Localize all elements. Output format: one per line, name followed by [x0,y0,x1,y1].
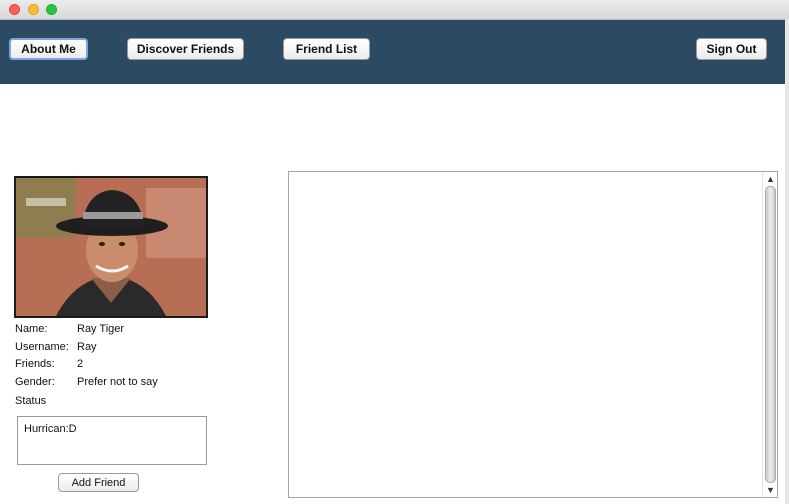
nav-bar: About Me Discover Friends Friend List Si… [0,20,789,84]
name-label: Name: [15,323,48,335]
gender-value: Prefer not to say [77,376,158,388]
discover-friends-button[interactable]: Discover Friends [127,38,244,60]
status-label: Status [15,395,47,407]
gender-label: Gender: [15,376,55,388]
scroll-track[interactable] [765,186,776,483]
zoom-icon[interactable] [46,4,57,15]
content-text-pane[interactable]: ▲ ▼ [288,171,778,498]
minimize-icon[interactable] [28,4,39,15]
window-edge [785,19,789,504]
username-label: Username: [15,341,69,353]
close-icon[interactable] [9,4,20,15]
app-window: About Me Discover Friends Friend List Si… [0,0,789,504]
status-text: Hurrican:D [24,423,77,435]
user-photo-icon [16,178,206,316]
name-value: Ray Tiger [77,323,125,335]
username-value: Ray [77,341,97,353]
scroll-up-arrow-icon[interactable]: ▲ [765,174,776,184]
about-me-button[interactable]: About Me [9,38,88,60]
vertical-scrollbar[interactable]: ▲ ▼ [762,172,777,497]
friends-label: Friends: [15,358,55,370]
add-friend-button[interactable]: Add Friend [58,473,139,492]
friends-value: 2 [77,358,84,370]
title-bar [0,0,789,20]
status-text-area[interactable]: Hurrican:D [17,416,207,465]
profile-photo [14,176,208,318]
scroll-thumb[interactable] [765,186,776,483]
sign-out-button[interactable]: Sign Out [696,38,767,60]
friend-list-button[interactable]: Friend List [283,38,370,60]
scroll-down-arrow-icon[interactable]: ▼ [765,485,776,495]
